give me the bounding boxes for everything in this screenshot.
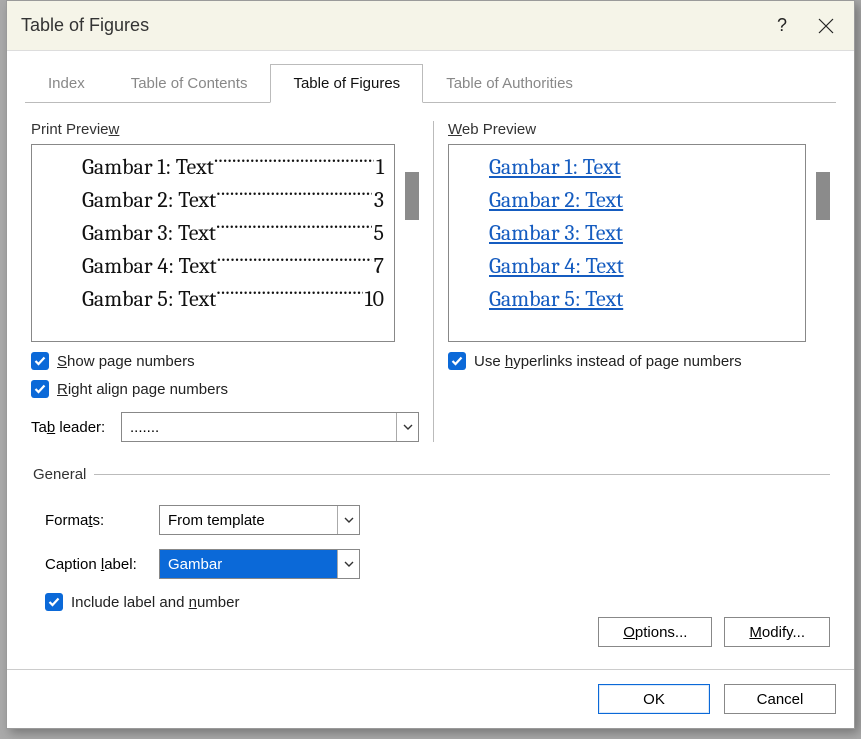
web-preview-label: Web Preview (448, 121, 830, 138)
help-button[interactable]: ? (760, 4, 804, 48)
chevron-down-icon (396, 413, 418, 441)
chevron-down-icon (337, 506, 359, 534)
tab-table-of-contents[interactable]: Table of Contents (108, 64, 271, 103)
print-preview-box: Gambar 1: Text1 Gambar 2: Text3 Gambar 3… (31, 144, 395, 342)
include-label-checkbox[interactable] (45, 593, 63, 611)
tab-strip: Index Table of Contents Table of Figures… (7, 51, 854, 102)
right-align-label: Right align page numbers (57, 381, 228, 398)
web-preview-line: Gambar 2: Text (459, 184, 795, 217)
cancel-button[interactable]: Cancel (724, 684, 836, 714)
modify-button[interactable]: Modify... (724, 617, 830, 647)
titlebar: Table of Figures ? (7, 1, 854, 51)
include-label-label: Include label and number (71, 594, 239, 611)
caption-label-value: Gambar (160, 550, 337, 578)
caption-label-select[interactable]: Gambar (159, 549, 360, 579)
check-icon (451, 355, 463, 367)
dialog-title: Table of Figures (19, 15, 760, 36)
print-preview-line: Gambar 3: Text5 (42, 217, 384, 250)
close-icon (818, 18, 834, 34)
show-page-numbers-row: Show page numbers (31, 352, 419, 370)
web-preview-scrollbar[interactable] (816, 172, 830, 220)
formats-select[interactable]: From template (159, 505, 360, 535)
show-page-numbers-label: Show page numbers (57, 353, 195, 370)
use-hyperlinks-row: Use hyperlinks instead of page numbers (448, 352, 830, 370)
tab-index[interactable]: Index (25, 64, 108, 103)
check-icon (34, 383, 46, 395)
general-group: General Formats: From template Caption l… (31, 466, 830, 647)
dialog-footer: OK Cancel (7, 669, 854, 728)
close-button[interactable] (804, 4, 848, 48)
formats-row: Formats: From template (45, 505, 830, 535)
right-align-checkbox[interactable] (31, 380, 49, 398)
use-hyperlinks-label: Use hyperlinks instead of page numbers (474, 353, 742, 370)
print-preview-line: Gambar 4: Text7 (42, 250, 384, 283)
web-preview-box: Gambar 1: Text Gambar 2: Text Gambar 3: … (448, 144, 806, 342)
table-of-figures-dialog: Table of Figures ? Index Table of Conten… (6, 0, 855, 729)
show-page-numbers-checkbox[interactable] (31, 352, 49, 370)
formats-value: From template (160, 506, 337, 534)
caption-label-label: Caption label: (45, 556, 159, 573)
use-hyperlinks-checkbox[interactable] (448, 352, 466, 370)
chevron-down-icon (337, 550, 359, 578)
general-legend: General (31, 466, 94, 483)
print-preview-label: Print Preview (31, 121, 419, 138)
tab-leader-label: Tab leader: (31, 419, 121, 436)
check-icon (48, 596, 60, 608)
tab-leader-select[interactable]: ....... (121, 412, 419, 442)
check-icon (34, 355, 46, 367)
print-preview-line: Gambar 1: Text1 (42, 151, 384, 184)
formats-label: Formats: (45, 512, 159, 529)
tab-leader-value: ....... (122, 413, 396, 441)
web-preview-line: Gambar 5: Text (459, 283, 795, 316)
caption-label-row: Caption label: Gambar (45, 549, 830, 579)
tab-table-of-figures[interactable]: Table of Figures (270, 64, 423, 103)
web-preview-line: Gambar 4: Text (459, 250, 795, 283)
tab-table-of-authorities[interactable]: Table of Authorities (423, 64, 596, 103)
web-preview-line: Gambar 3: Text (459, 217, 795, 250)
print-preview-line: Gambar 5: Text10 (42, 283, 384, 316)
ok-button[interactable]: OK (598, 684, 710, 714)
include-label-row: Include label and number (45, 593, 830, 611)
print-preview-column: Print Preview Gambar 1: Text1 Gambar 2: … (31, 121, 419, 442)
print-preview-line: Gambar 2: Text3 (42, 184, 384, 217)
options-button[interactable]: Options... (598, 617, 712, 647)
dialog-body: Print Preview Gambar 1: Text1 Gambar 2: … (7, 103, 854, 669)
vertical-divider (433, 121, 434, 442)
web-preview-line: Gambar 1: Text (459, 151, 795, 184)
web-preview-column: Web Preview Gambar 1: Text Gambar 2: Tex… (448, 121, 830, 442)
print-preview-scrollbar[interactable] (405, 172, 419, 220)
tab-leader-row: Tab leader: ....... (31, 412, 419, 442)
right-align-row: Right align page numbers (31, 380, 419, 398)
